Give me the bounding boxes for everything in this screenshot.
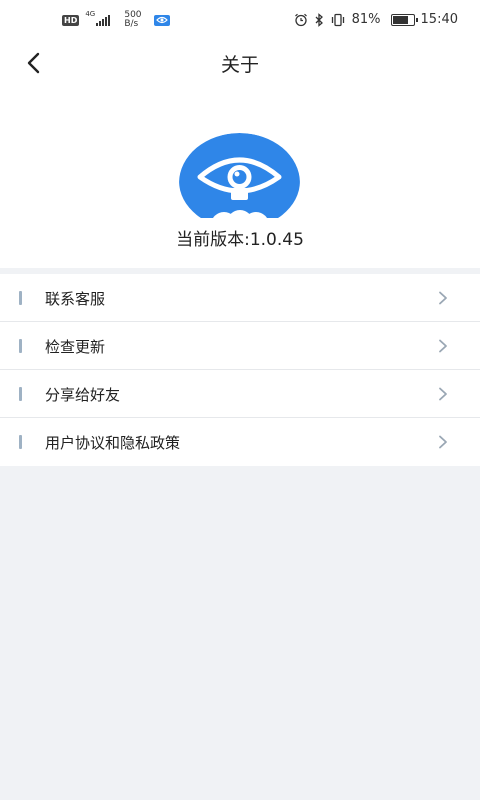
version-label: 当前版本:1.0.45 xyxy=(176,230,304,250)
battery-icon xyxy=(390,13,418,26)
vibrate-icon xyxy=(331,13,344,26)
settings-menu: 联系客服 检查更新 分享给好友 用户协议和隐私政策 xyxy=(0,274,480,466)
status-bar: HD 4G 500 B/s 81% 15:40 xyxy=(0,0,480,40)
menu-item-label: 检查更新 xyxy=(45,338,106,356)
item-marker xyxy=(19,387,22,401)
status-left: HD 4G 500 B/s xyxy=(62,10,170,29)
app-logo xyxy=(179,133,300,219)
nav-header: 关于 xyxy=(0,40,480,84)
menu-item-agreement-privacy[interactable]: 用户协议和隐私政策 xyxy=(0,418,480,466)
clock: 15:40 xyxy=(420,12,458,27)
menu-item-share[interactable]: 分享给好友 xyxy=(0,370,480,418)
app-notification-icon xyxy=(153,14,170,26)
item-marker xyxy=(19,291,22,305)
menu-item-label: 用户协议和隐私政策 xyxy=(45,434,181,452)
menu-item-label: 联系客服 xyxy=(45,290,106,308)
signal-icon: 4G xyxy=(85,10,111,26)
battery-percent: 81% xyxy=(351,12,381,27)
alarm-icon xyxy=(294,13,307,26)
chevron-right-icon xyxy=(439,435,447,449)
bluetooth-icon xyxy=(315,12,323,27)
net-speed-unit: B/s xyxy=(124,19,139,29)
chevron-right-icon xyxy=(439,291,447,305)
hd-icon: HD xyxy=(62,14,80,26)
chevron-right-icon xyxy=(439,339,447,353)
chevron-right-icon xyxy=(439,387,447,401)
menu-item-customer-service[interactable]: 联系客服 xyxy=(0,274,480,322)
item-marker xyxy=(19,435,22,449)
page-title: 关于 xyxy=(220,54,259,76)
battery-level xyxy=(392,15,408,24)
item-marker xyxy=(19,339,22,353)
network-gen-label: 4G xyxy=(85,10,96,18)
status-right: 81% 15:40 xyxy=(294,12,458,27)
menu-item-check-update[interactable]: 检查更新 xyxy=(0,322,480,370)
net-speed: 500 B/s xyxy=(124,11,141,29)
menu-item-label: 分享给好友 xyxy=(45,386,121,404)
